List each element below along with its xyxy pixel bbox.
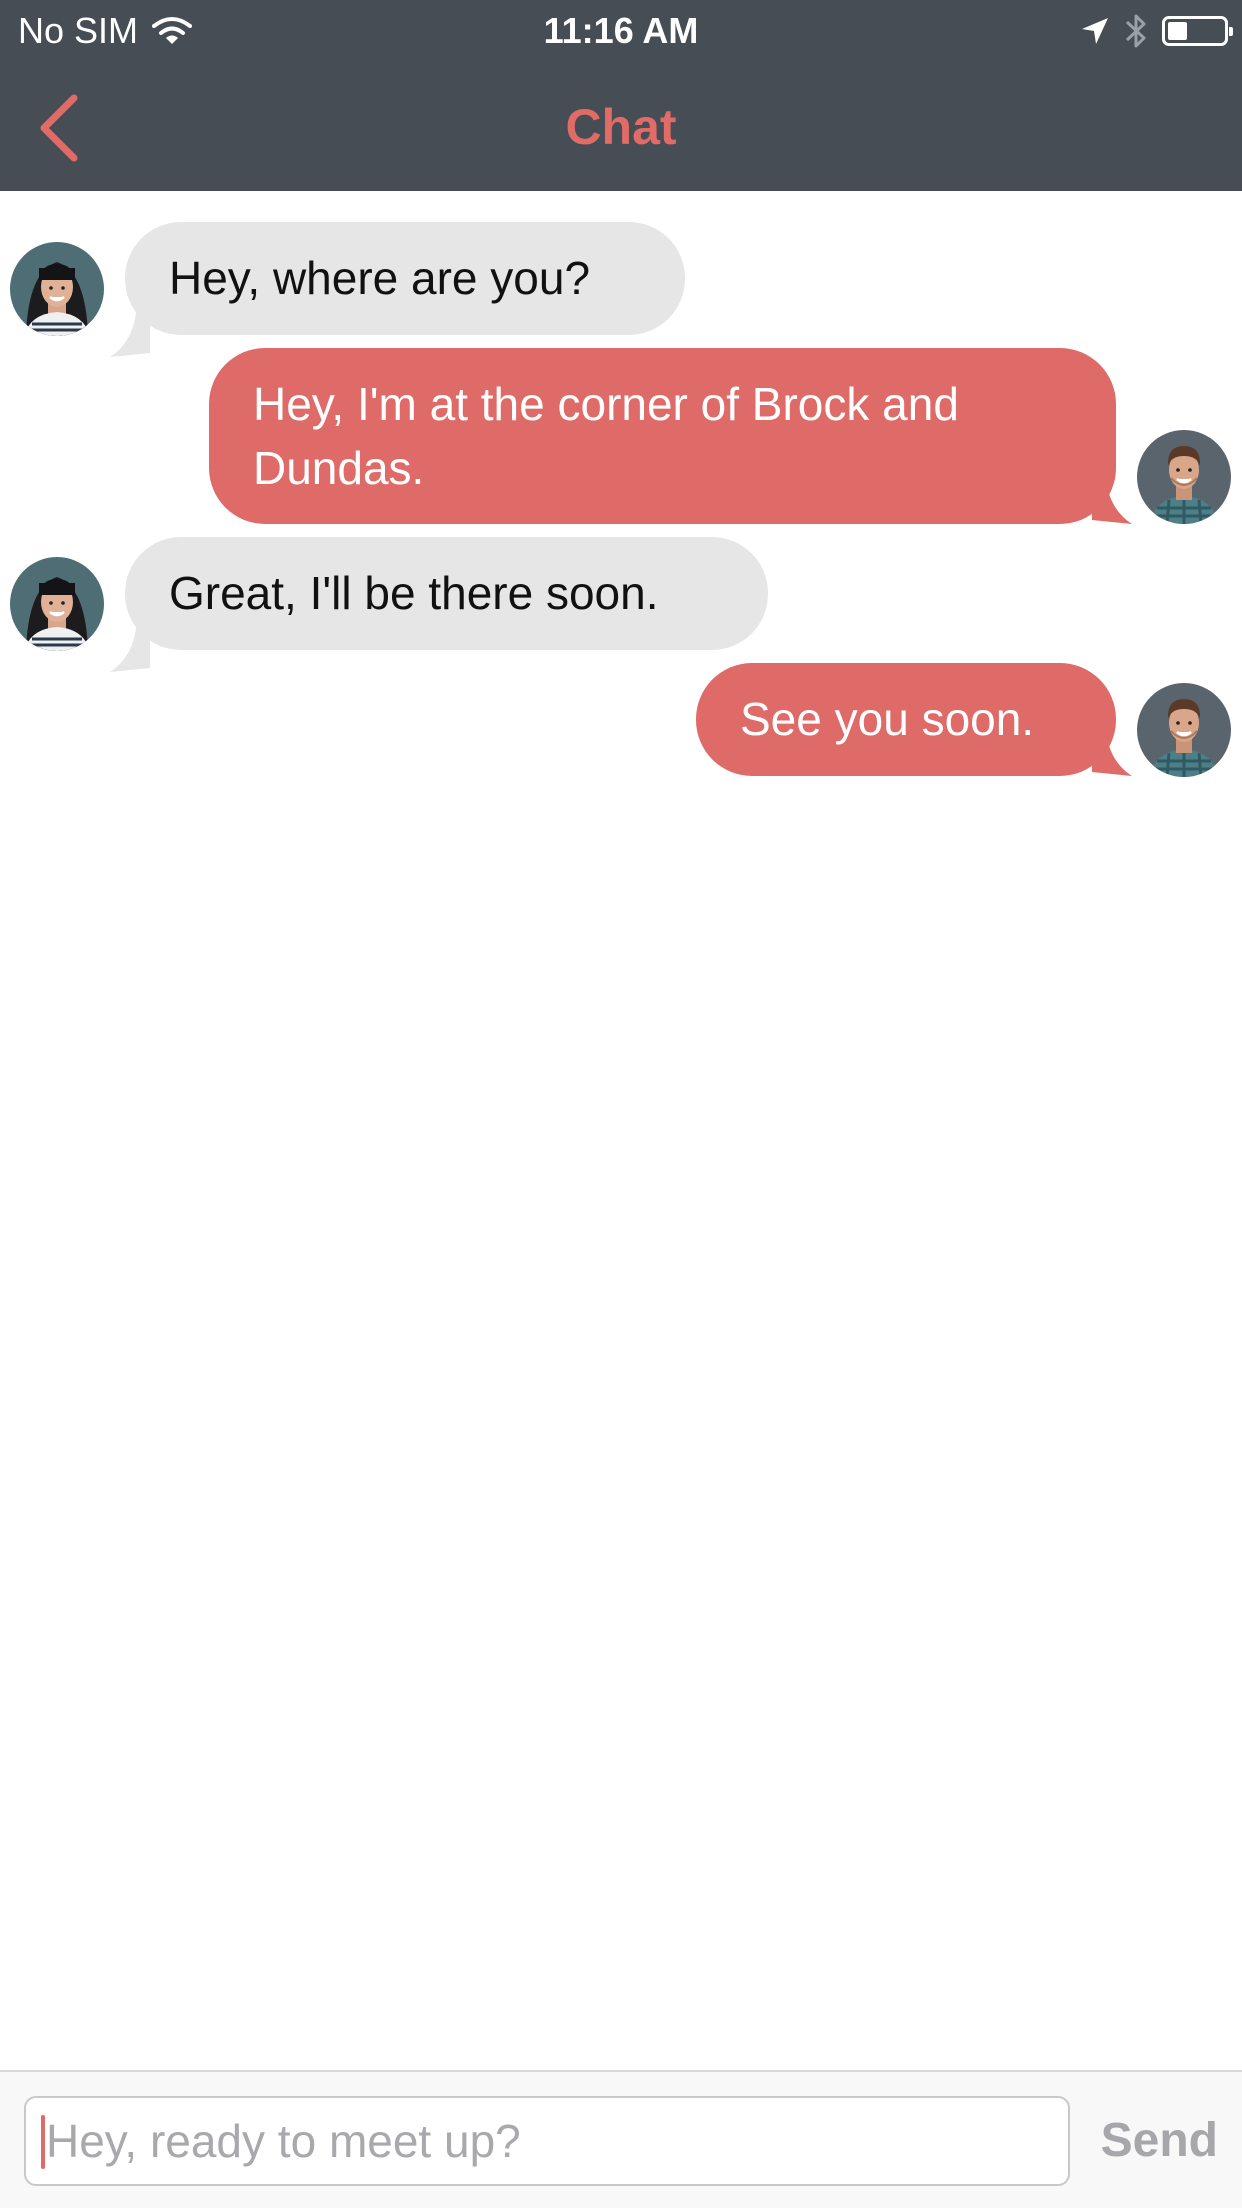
message-input[interactable] [24,2096,1070,2186]
chat-screen: No SIM 11:16 AM Chat Hey, where are you?… [0,0,1242,2208]
text-cursor [41,2115,45,2169]
status-carrier: No SIM [18,8,193,54]
composer-bar: Send [0,2070,1242,2208]
chevron-left-icon [40,94,78,162]
battery-icon [1162,16,1233,46]
woman-avatar-icon [10,557,104,651]
bubble-tail-outgoing [1092,732,1132,776]
send-button[interactable]: Send [1101,2096,1218,2186]
avatar-other[interactable] [10,242,104,336]
avatar-me[interactable] [1137,430,1231,524]
avatar-other[interactable] [10,557,104,651]
message-list[interactable]: Hey, where are you? Hey, I'm at the corn… [0,191,1242,2070]
message-bubble-incoming[interactable]: Hey, where are you? [125,222,685,335]
wifi-icon [152,17,193,44]
bluetooth-icon [1125,14,1146,48]
top-bar: No SIM 11:16 AM Chat [0,0,1242,191]
battery-level [1168,22,1187,40]
page-title: Chat [565,99,677,155]
bubble-tail-outgoing [1092,480,1132,524]
carrier-label: No SIM [18,10,139,51]
message-bubble-incoming[interactable]: Great, I'll be there soon. [125,537,768,650]
location-arrow-icon [1082,18,1108,44]
status-icons [1080,10,1233,52]
back-button[interactable] [28,88,88,168]
man-avatar-icon [1137,430,1231,524]
message-bubble-outgoing[interactable]: See you soon. [696,663,1116,776]
avatar-me[interactable] [1137,683,1231,777]
message-bubble-outgoing[interactable]: Hey, I'm at the corner of Brock and Dund… [209,348,1116,524]
woman-avatar-icon [10,242,104,336]
man-avatar-icon [1137,683,1231,777]
